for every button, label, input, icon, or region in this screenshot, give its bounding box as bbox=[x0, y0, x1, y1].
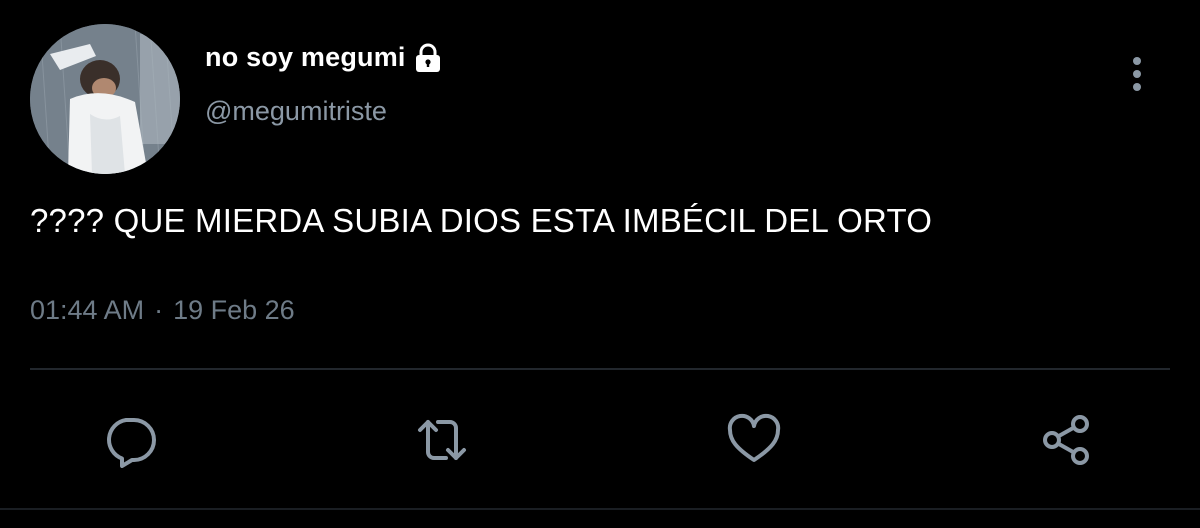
share-button[interactable] bbox=[1034, 408, 1098, 472]
lock-icon bbox=[414, 43, 442, 73]
display-name-row[interactable]: no soy megumi bbox=[205, 42, 442, 73]
more-vertical-icon[interactable] bbox=[1124, 54, 1150, 94]
tweet-date: 19 Feb 26 bbox=[173, 295, 295, 325]
tweet-timestamp[interactable]: 01:44 AM · 19 Feb 26 bbox=[30, 295, 295, 326]
heart-icon bbox=[727, 413, 781, 462]
user-handle[interactable]: @megumitriste bbox=[205, 96, 387, 127]
tweet-time: 01:44 AM bbox=[30, 295, 145, 325]
bottom-divider bbox=[0, 508, 1200, 510]
tweet-text: ???? QUE MIERDA SUBIA DIOS ESTA IMBÉCIL … bbox=[30, 202, 933, 239]
like-button[interactable] bbox=[722, 408, 786, 472]
share-icon bbox=[1043, 415, 1089, 465]
retweet-button[interactable] bbox=[410, 408, 474, 472]
reply-button[interactable] bbox=[98, 408, 162, 472]
timestamp-separator: · bbox=[154, 295, 164, 325]
divider bbox=[30, 368, 1170, 370]
tweet-card: no soy megumi @megumitriste ???? QUE MIE… bbox=[0, 0, 1200, 528]
reply-icon bbox=[107, 418, 156, 468]
display-name[interactable]: no soy megumi bbox=[205, 42, 406, 73]
retweet-icon bbox=[418, 420, 466, 460]
avatar[interactable] bbox=[30, 24, 180, 174]
